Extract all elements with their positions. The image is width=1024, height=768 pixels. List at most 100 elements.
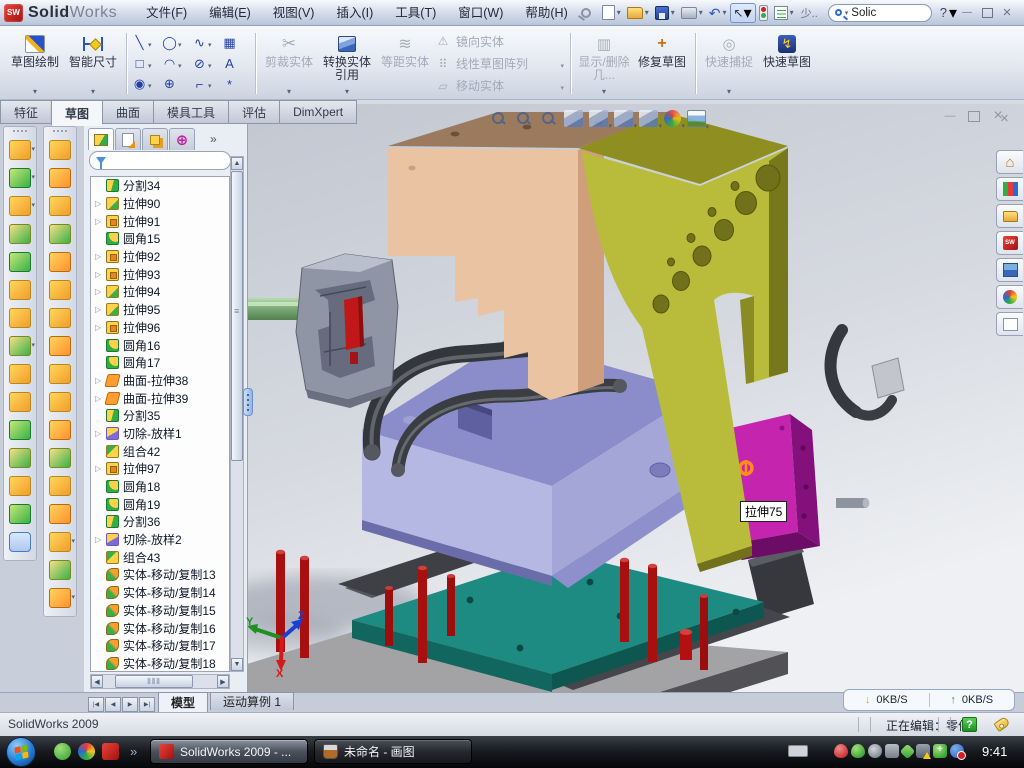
view-tool-button[interactable] bbox=[489, 110, 508, 127]
save-button[interactable]: ▾ bbox=[653, 3, 677, 23]
menu-item[interactable]: 编辑(E) bbox=[198, 1, 262, 25]
pin-icon[interactable] bbox=[581, 8, 591, 18]
feature-tool-button[interactable] bbox=[4, 276, 36, 304]
feature-tool-button[interactable] bbox=[4, 220, 36, 248]
sketch-entity-button[interactable]: A bbox=[221, 56, 251, 71]
quick-snaps-button[interactable]: ◎ 快速捕捉▾ bbox=[700, 29, 758, 98]
prev-tab-icon[interactable] bbox=[105, 697, 121, 712]
expand-arrow-icon[interactable] bbox=[95, 535, 105, 544]
command-tab[interactable]: 草图 bbox=[51, 100, 102, 126]
toolbar-grip[interactable] bbox=[53, 130, 67, 134]
taskbar-clock[interactable]: 9:41 bbox=[982, 744, 1007, 759]
feature-tree-item[interactable]: 圆角17 bbox=[91, 354, 229, 372]
menu-item[interactable]: 窗口(W) bbox=[447, 1, 514, 25]
first-tab-icon[interactable] bbox=[88, 697, 104, 712]
task-pane-tab[interactable] bbox=[996, 312, 1023, 336]
feature-tree-item[interactable]: 组合42 bbox=[91, 442, 229, 460]
doc-minimize-button[interactable] bbox=[938, 108, 962, 124]
feature-tool-button[interactable] bbox=[4, 472, 36, 500]
open-button[interactable]: ▾ bbox=[625, 3, 651, 23]
quick-tips-button[interactable]: ? bbox=[962, 717, 977, 732]
tray-icon[interactable] bbox=[834, 744, 848, 758]
feature-tree-item[interactable]: 圆角19 bbox=[91, 495, 229, 513]
dimxpert-manager-tab[interactable]: ⊕ bbox=[169, 128, 195, 150]
feature-tool-button[interactable] bbox=[4, 360, 36, 388]
panel-overflow-chevron[interactable]: » bbox=[210, 132, 217, 146]
feature-tree-item[interactable]: 拉伸95 bbox=[91, 301, 229, 319]
feature-tree-item[interactable]: 切除-放样1 bbox=[91, 425, 229, 443]
surface-tool-button[interactable] bbox=[44, 584, 76, 612]
surface-tool-button[interactable] bbox=[44, 136, 76, 164]
expand-arrow-icon[interactable] bbox=[95, 270, 105, 279]
repair-sketch-button[interactable]: + 修复草图 bbox=[633, 29, 691, 98]
menu-item[interactable]: 帮助(H) bbox=[514, 1, 578, 25]
sketch-entity-button[interactable]: ⊘ bbox=[191, 55, 221, 73]
surface-tool-button[interactable] bbox=[44, 416, 76, 444]
pattern-tool-button[interactable]: ▱ 移动实体 bbox=[434, 76, 566, 96]
options-button[interactable]: ▾ bbox=[772, 3, 796, 23]
view-tool-button[interactable] bbox=[639, 110, 658, 127]
surface-tool-button[interactable] bbox=[44, 556, 76, 584]
feature-tool-button[interactable] bbox=[4, 444, 36, 472]
scroll-thumb[interactable] bbox=[231, 171, 243, 461]
feature-tree-item[interactable]: 实体-移动/复制17 bbox=[91, 637, 229, 655]
surface-tool-button[interactable] bbox=[44, 192, 76, 220]
sketch-button[interactable]: 草图绘制▾ bbox=[6, 29, 64, 98]
sketch-entity-button[interactable]: ╲ bbox=[131, 34, 161, 52]
search-input[interactable]: Solic bbox=[851, 7, 876, 19]
menu-item[interactable]: 插入(I) bbox=[325, 1, 384, 25]
surface-tool-button[interactable] bbox=[44, 248, 76, 276]
feature-tool-button[interactable] bbox=[4, 388, 36, 416]
feature-tree-item[interactable]: 分割36 bbox=[91, 513, 229, 531]
task-pane-tab[interactable] bbox=[996, 231, 1023, 255]
close-button[interactable] bbox=[997, 5, 1017, 21]
feature-tool-button[interactable] bbox=[4, 192, 36, 220]
feature-tree-item[interactable]: 实体-移动/复制18 bbox=[91, 655, 229, 672]
rapid-sketch-button[interactable]: ↯ 快速草图 bbox=[758, 29, 816, 98]
quick-launch-icon[interactable] bbox=[102, 743, 119, 760]
pattern-tool-button[interactable]: ⚠ 镜向实体 bbox=[434, 31, 566, 51]
feature-tool-button[interactable] bbox=[4, 416, 36, 444]
feature-tree-item[interactable]: 圆角18 bbox=[91, 478, 229, 496]
tree-filter-box[interactable] bbox=[89, 151, 231, 170]
feature-tree-item[interactable]: 曲面-拉伸38 bbox=[91, 372, 229, 390]
offset-entities-button[interactable]: ≋ 等距实体 bbox=[376, 29, 434, 98]
view-tool-button[interactable] bbox=[564, 110, 583, 127]
scroll-left-icon[interactable]: ◀ bbox=[91, 675, 103, 688]
sketch-entity-button[interactable]: ▦ bbox=[221, 35, 251, 51]
menu-item[interactable]: 工具(T) bbox=[384, 1, 447, 25]
scroll-down-icon[interactable]: ▼ bbox=[231, 658, 243, 671]
panel-splitter-handle[interactable] bbox=[243, 388, 253, 416]
rebuild-button[interactable] bbox=[757, 3, 770, 23]
view-tool-button[interactable] bbox=[589, 110, 608, 127]
task-pane-tab[interactable] bbox=[996, 177, 1023, 201]
tray-icon[interactable] bbox=[851, 744, 865, 758]
feature-tree-item[interactable]: 圆角16 bbox=[91, 336, 229, 354]
surface-tool-button[interactable] bbox=[44, 304, 76, 332]
surface-tool-button[interactable] bbox=[44, 500, 76, 528]
expand-arrow-icon[interactable] bbox=[95, 199, 105, 208]
feature-tree-item[interactable]: 拉伸92 bbox=[91, 248, 229, 266]
taskbar-task-button[interactable]: SolidWorks 2009 - ... bbox=[150, 739, 308, 764]
feature-tree-item[interactable]: 拉伸90 bbox=[91, 195, 229, 213]
surface-tool-button[interactable] bbox=[44, 472, 76, 500]
feature-tree-item[interactable]: 实体-移动/复制15 bbox=[91, 602, 229, 620]
last-tab-icon[interactable] bbox=[139, 697, 155, 712]
quick-launch-icon[interactable] bbox=[78, 743, 95, 760]
sketch-entity-button[interactable]: ◉ bbox=[131, 75, 161, 93]
task-pane-tab[interactable] bbox=[996, 258, 1023, 282]
view-tool-button[interactable] bbox=[514, 110, 533, 127]
view-tool-button[interactable] bbox=[664, 110, 681, 127]
expand-arrow-icon[interactable] bbox=[95, 287, 105, 296]
tray-icon[interactable] bbox=[950, 744, 964, 758]
surface-tool-button[interactable] bbox=[44, 332, 76, 360]
surface-tool-button[interactable] bbox=[44, 276, 76, 304]
document-tab[interactable]: 模型 bbox=[158, 692, 208, 712]
feature-tree-item[interactable]: 圆角15 bbox=[91, 230, 229, 248]
tray-icon[interactable] bbox=[916, 744, 930, 758]
view-tool-button[interactable] bbox=[539, 110, 558, 127]
tree-horizontal-scrollbar[interactable]: ◀ ⦀⦀⦀ ▶ bbox=[90, 674, 230, 689]
tray-icon[interactable] bbox=[933, 744, 947, 758]
feature-tree-item[interactable]: 实体-移动/复制14 bbox=[91, 584, 229, 602]
quick-launch-overflow-icon[interactable]: » bbox=[130, 744, 137, 759]
